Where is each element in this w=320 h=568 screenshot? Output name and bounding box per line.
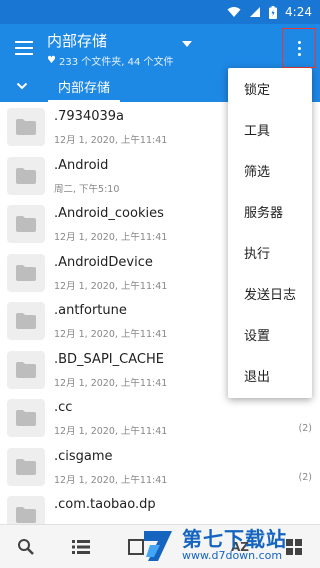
folder-icon xyxy=(7,205,45,243)
watermark: 第七下载站 www.d7down.com xyxy=(138,522,320,568)
folder-file-count: 233 个文件夹, 44 个文件 xyxy=(58,57,174,68)
menu-item[interactable]: 设置 xyxy=(228,314,312,355)
menu-item[interactable]: 退出 xyxy=(228,355,312,396)
folder-icon xyxy=(7,108,45,146)
list-view-icon[interactable] xyxy=(69,535,93,559)
folder-icon xyxy=(7,302,45,340)
title-block[interactable]: 内部存储 ♥ 233 个文件夹, 44 个文件 xyxy=(47,30,247,68)
triangle-down-icon[interactable] xyxy=(182,41,192,47)
file-name: .AndroidDevice xyxy=(54,254,153,270)
item-count: (2) xyxy=(298,471,312,483)
folder-icon xyxy=(7,399,45,437)
folder-icon xyxy=(7,253,45,292)
signal-icon xyxy=(250,7,261,17)
chevron-down-icon[interactable] xyxy=(16,80,28,92)
file-date: 12月 1, 2020, 上午11:41 xyxy=(54,377,168,389)
file-name: .7934039a xyxy=(54,109,124,124)
battery-icon xyxy=(269,5,278,19)
menu-item[interactable]: 执行 xyxy=(228,232,312,273)
tab-internal-storage[interactable]: 内部存储 xyxy=(48,72,121,102)
menu-item[interactable]: 锁定 xyxy=(228,68,312,109)
menu-item[interactable]: 工具 xyxy=(228,109,312,150)
file-name: .cc xyxy=(54,400,73,415)
subtitle: ♥ 233 个文件夹, 44 个文件 xyxy=(47,53,247,68)
overflow-menu: 锁定 工具 筛选 服务器 执行 发送日志 设置 退出 xyxy=(228,68,312,398)
file-date: 12月 1, 2020, 上午11:41 xyxy=(54,232,168,243)
watermark-url: www.d7down.com xyxy=(182,549,283,562)
heart-icon: ♥ xyxy=(47,55,56,66)
file-name: .Android_cookies xyxy=(54,206,164,221)
folder-icon xyxy=(7,447,45,486)
wifi-icon xyxy=(227,7,241,17)
file-date: 12月 1, 2020, 上午11:41 xyxy=(54,280,168,292)
menu-item[interactable]: 发送日志 xyxy=(228,273,312,314)
search-icon[interactable] xyxy=(14,535,38,559)
file-date: 12月 1, 2020, 上午11:41 xyxy=(54,135,168,146)
d7-logo-icon xyxy=(144,531,172,561)
folder-icon xyxy=(7,350,45,389)
file-name: .antfortune xyxy=(54,303,127,318)
file-date: 12月 1, 2020, 上午11:41 xyxy=(54,474,168,486)
file-date: 周二, 下午5:10 xyxy=(54,183,120,195)
file-date: 12月 1, 2020, 上午11:41 xyxy=(54,329,168,340)
file-name: .cisgame xyxy=(54,448,113,464)
list-item[interactable]: .cc 12月 1, 2020, 上午11:41 (2) xyxy=(0,393,320,442)
page-title: 内部存储 xyxy=(47,32,108,50)
more-vert-icon[interactable] xyxy=(282,28,316,68)
status-time: 4:24 xyxy=(285,5,312,19)
folder-icon xyxy=(7,156,45,195)
menu-item[interactable]: 服务器 xyxy=(228,191,312,232)
status-bar: 4:24 xyxy=(0,0,320,24)
item-count: (2) xyxy=(298,423,312,434)
watermark-name: 第七下载站 xyxy=(182,527,287,551)
list-item[interactable]: .com.taobao.dp xyxy=(0,490,320,524)
file-name: .Android xyxy=(54,157,109,173)
hamburger-icon[interactable] xyxy=(12,36,36,60)
menu-item[interactable]: 筛选 xyxy=(228,150,312,191)
file-name: .com.taobao.dp xyxy=(54,497,156,512)
folder-icon xyxy=(7,496,45,524)
file-date: 12月 1, 2020, 上午11:41 xyxy=(54,426,168,437)
app-bar: 内部存储 ♥ 233 个文件夹, 44 个文件 xyxy=(0,24,320,72)
list-item[interactable]: .cisgame 12月 1, 2020, 上午11:41 (2) xyxy=(0,442,320,491)
file-name: .BD_SAPI_CACHE xyxy=(54,351,164,367)
